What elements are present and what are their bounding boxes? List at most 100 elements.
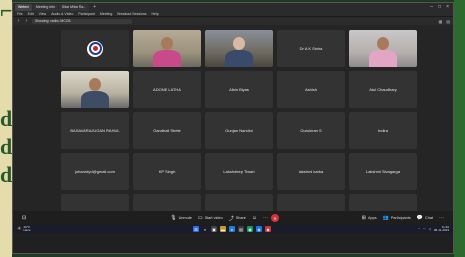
maximize-icon[interactable]: □ — [438, 4, 441, 10]
edge-icon[interactable]: e — [229, 226, 235, 232]
menu-participant[interactable]: Participant — [78, 12, 95, 16]
store-icon[interactable]: ▤ — [238, 226, 244, 232]
participant-tile[interactable]: lakshmi karka — [277, 153, 345, 190]
apps-button[interactable]: ⊞ Apps — [359, 214, 380, 222]
participant-tile[interactable]: Atul Chaudhary — [349, 71, 417, 108]
webex-icon[interactable]: ◈ — [256, 226, 262, 232]
participant-name: BASAVARAJUGAN RAHUL — [70, 128, 120, 133]
wifi-icon[interactable]: ◠ — [423, 227, 426, 231]
more-icon[interactable]: ⋯ — [260, 214, 271, 222]
participant-tile[interactable]: Albin Biyas — [205, 71, 273, 108]
participant-tile[interactable] — [205, 30, 273, 67]
tab-webex[interactable]: Webex — [15, 3, 32, 11]
participant-tile[interactable] — [61, 71, 129, 108]
participant-tile[interactable] — [61, 30, 129, 67]
sharing-indicator: Showing: radhu MCCB — [32, 18, 132, 24]
top-right-tools: ▦ ▤ — [438, 19, 450, 24]
grid-view-icon[interactable]: ▤ — [446, 19, 450, 24]
participant-video-body — [369, 50, 397, 67]
participant-tile[interactable]: Indira — [349, 112, 417, 149]
participant-name: johanrdyd@gmail.com — [75, 169, 115, 174]
menu-file[interactable]: File — [17, 12, 23, 16]
menu-meeting[interactable]: Meeting — [100, 12, 112, 16]
camera-icon: ▭ — [197, 215, 203, 221]
chrome-icon[interactable]: ◉ — [247, 226, 253, 232]
app-icon[interactable]: ◆ — [265, 226, 271, 232]
share-button[interactable]: ⤴ Share — [226, 214, 249, 223]
menu-audio-video[interactable]: Audio & Video — [51, 12, 73, 16]
chat-icon: 💬 — [416, 215, 423, 221]
end-call-icon: ✕ — [273, 215, 277, 221]
participant-tile[interactable]: ADONE LATHA — [133, 71, 201, 108]
tab-third[interactable]: Sitar Mitra Ra... — [58, 3, 90, 11]
close-icon[interactable]: × — [446, 4, 449, 10]
participant-name: lakshmi karka — [298, 169, 324, 174]
participant-tile[interactable] — [133, 30, 201, 67]
participant-tile[interactable]: Lakshmi Sivagarga — [349, 153, 417, 190]
system-tray: ^ ◠ ◁ 11:40 08-11-2023 — [419, 226, 449, 232]
menu-view[interactable]: View — [39, 12, 47, 16]
logo-core — [92, 46, 98, 51]
participant-name: ADONE LATHA — [153, 87, 181, 92]
participant-name: Lakshdeep Tiwari — [223, 169, 255, 174]
chevron-up-icon[interactable]: ^ — [419, 227, 420, 231]
background-ornament: ⌐ — [0, 0, 13, 23]
participant-tile[interactable]: Ashish — [277, 71, 345, 108]
windows-start-icon[interactable]: ⊞ — [193, 226, 199, 232]
window-controls: – □ × — [430, 4, 453, 10]
participant-video-head — [233, 36, 245, 50]
start-video-button[interactable]: ▭ Start video — [195, 214, 226, 222]
end-call-button[interactable]: ✕ — [271, 214, 280, 222]
menu-edit[interactable]: Edit — [28, 12, 34, 16]
start-video-label: Start video — [204, 216, 223, 220]
participant-tile[interactable]: Lakshdeep Tiwari — [205, 153, 273, 190]
participant-tile[interactable]: Gurukiran S — [277, 112, 345, 149]
desktop-right-background — [454, 0, 465, 257]
meeting-controls: ⊡ 🎙 Unmute ▭ Start video ⤴ Share ☺ ⋯ ✕ ⊞ App… — [13, 211, 453, 225]
tab-meeting-info[interactable]: Meeting info — [32, 3, 58, 11]
minimize-icon[interactable]: – — [430, 4, 433, 10]
webex-window: Webex Meeting info Sitar Mitra Ra... + –… — [12, 2, 454, 254]
search-icon[interactable]: ⌕ — [202, 226, 208, 232]
logo-ring — [88, 42, 102, 55]
chat-button[interactable]: 💬 Chat — [414, 214, 436, 222]
file-explorer-icon[interactable]: ▬ — [220, 226, 226, 232]
captions-icon[interactable]: ⊡ — [19, 214, 29, 222]
emoji-icon[interactable]: ☺ — [249, 214, 260, 222]
apps-icon: ⊞ — [361, 215, 366, 221]
participants-label: Participants — [390, 216, 411, 220]
organisation-logo — [87, 40, 103, 57]
participants-button[interactable]: 👥 Participants — [380, 214, 414, 222]
participant-tile[interactable]: BASAVARAJUGAN RAHUL — [61, 112, 129, 149]
task-view-icon[interactable]: ▣ — [211, 226, 217, 232]
participants-icon: 👥 — [382, 215, 389, 221]
unmute-button[interactable]: 🎙 Unmute — [167, 214, 195, 222]
title-bar: Webex Meeting info Sitar Mitra Ra... + –… — [13, 3, 453, 11]
participant-tile[interactable] — [349, 30, 417, 67]
menu-help[interactable]: Help — [152, 12, 159, 16]
back-icon[interactable]: ‹ — [16, 18, 21, 24]
participant-video-body — [225, 50, 253, 67]
microphone-icon: 🎙 — [170, 215, 177, 221]
participant-tile[interactable]: Gandhali Shete — [133, 112, 201, 149]
participant-tile[interactable]: johanrdyd@gmail.com — [61, 153, 129, 190]
volume-icon[interactable]: ◁ — [429, 227, 431, 231]
participant-tile[interactable]: Dr A K Sinha — [277, 30, 345, 67]
participant-name: Lakshmi Sivagarga — [365, 169, 401, 174]
share-bar: ‹ › Showing: radhu MCCB ▦ ▤ — [13, 17, 453, 25]
more-options-icon[interactable]: ⋯ — [436, 214, 447, 222]
participant-tile[interactable]: KP Singh — [133, 153, 201, 190]
layout-icon[interactable]: ▦ — [438, 19, 442, 24]
background-ornament: d — [0, 134, 13, 159]
forward-icon[interactable]: › — [24, 18, 29, 24]
participant-video-body — [81, 91, 109, 108]
participant-tile[interactable]: Gunjan Nandini — [205, 112, 273, 149]
clock-date: 08-11-2023 — [433, 228, 449, 232]
new-tab-icon[interactable]: + — [90, 4, 99, 10]
participant-name: Gandhali Shete — [153, 128, 181, 133]
clock[interactable]: 11:40 08-11-2023 — [434, 226, 449, 232]
menu-breakout-sessions[interactable]: Breakout Sessions — [117, 12, 146, 16]
participant-name: KP Singh — [158, 169, 176, 174]
participant-name: Dr A K Sinha — [299, 46, 323, 51]
weather-widget[interactable]: ☀ 29°C Haze — [17, 226, 31, 232]
